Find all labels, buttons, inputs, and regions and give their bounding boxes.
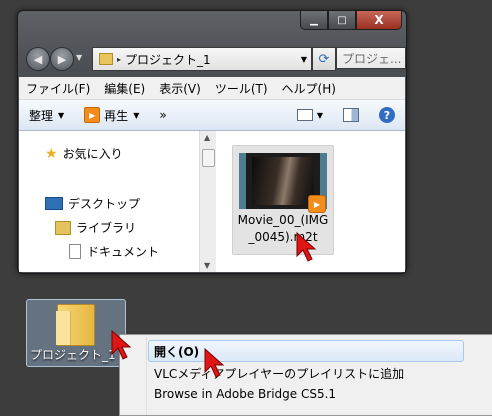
help-button[interactable]: ? — [369, 107, 405, 123]
address-path[interactable]: プロジェクト_1 — [125, 51, 211, 68]
menu-tools[interactable]: ツール(T) — [208, 80, 275, 97]
change-view-button[interactable]: ▼ — [287, 109, 333, 121]
refresh-icon[interactable]: ⟳ — [312, 47, 336, 71]
close-button[interactable]: X — [356, 11, 402, 30]
video-frame — [252, 157, 314, 205]
video-thumbnail: ▶ — [239, 153, 327, 213]
menu-view[interactable]: 表示(V) — [152, 80, 208, 97]
explorer-window: ▁ □ X ◀ ▶ ▼ ▸ プロジェクト_1 ▼ ⟳ プロジェ... ファイル(… — [17, 10, 407, 274]
minimize-button[interactable]: ▁ — [300, 11, 328, 30]
star-icon: ★ — [45, 145, 58, 162]
nav-item-label: ライブラリ — [76, 221, 137, 235]
command-toolbar: 整理 ▼ ▶ 再生 ▼ » ▼ ? — [19, 100, 405, 131]
nav-item-label: お気に入り — [62, 147, 123, 161]
organize-label: 整理 — [29, 108, 54, 123]
more-commands-button[interactable]: » — [149, 108, 176, 122]
library-icon — [55, 220, 71, 235]
navigation-bar: ◀ ▶ ▼ ▸ プロジェクト_1 ▼ ⟳ プロジェ... — [24, 45, 406, 71]
menu-separator-stripe — [146, 337, 147, 415]
view-icon — [296, 109, 313, 121]
document-icon — [69, 244, 81, 259]
maximize-button[interactable]: □ — [328, 11, 356, 30]
caption-buttons: ▁ □ X — [300, 11, 402, 30]
chevron-down-icon: ▼ — [58, 110, 65, 120]
nav-item-label: デスクトップ — [68, 197, 141, 211]
menu-help[interactable]: ヘルプ(H) — [275, 80, 343, 97]
recent-pages-dropdown[interactable]: ▼ — [76, 53, 82, 62]
navigation-pane: ★ お気に入り デスクトップ ライブラリ ドキュメント — [19, 131, 199, 272]
navpane-scrollbar[interactable]: ▲ ▼ — [199, 131, 216, 272]
nav-item-favorites[interactable]: ★ お気に入り — [45, 145, 123, 162]
nav-item-library[interactable]: ライブラリ — [55, 219, 136, 236]
play-button[interactable]: ▶ 再生 ▼ — [74, 107, 149, 124]
address-dropdown-icon[interactable]: ▼ — [301, 55, 307, 64]
preview-pane-button[interactable] — [333, 108, 369, 122]
context-menu-add-vlc-playlist[interactable]: VLCメディアプレイヤーのプレイリストに追加 — [154, 365, 404, 382]
help-icon: ? — [379, 107, 395, 123]
breadcrumb-separator-icon[interactable]: ▸ — [117, 55, 121, 64]
menu-bar: ファイル(F) 編集(E) 表示(V) ツール(T) ヘルプ(H) — [19, 77, 405, 100]
address-bar[interactable]: ▸ プロジェクト_1 ▼ — [92, 47, 312, 71]
scrollbar-thumb[interactable] — [202, 149, 215, 167]
context-menu: 開く(O) VLCメディアプレイヤーのプレイリストに追加 Browse in A… — [119, 334, 492, 416]
chevron-down-icon: ▼ — [316, 110, 323, 120]
menu-file[interactable]: ファイル(F) — [19, 80, 97, 97]
content-area: ★ お気に入り デスクトップ ライブラリ ドキュメント ▲ ▼ ▶ Movie_… — [19, 131, 405, 272]
scroll-up-icon[interactable]: ▲ — [204, 133, 210, 142]
vlc-icon: ▶ — [308, 195, 326, 213]
scroll-down-icon[interactable]: ▼ — [204, 261, 210, 270]
context-menu-browse-bridge[interactable]: Browse in Adobe Bridge CS5.1 — [154, 387, 336, 401]
folder-icon — [99, 53, 113, 65]
back-button[interactable]: ◀ — [26, 47, 50, 71]
nav-item-desktop[interactable]: デスクトップ — [45, 195, 140, 212]
search-input[interactable]: プロジェ... — [336, 47, 406, 69]
play-icon: ▶ — [84, 107, 101, 123]
menu-edit[interactable]: 編集(E) — [97, 80, 152, 97]
preview-pane-icon — [343, 108, 359, 122]
folder-icon — [56, 304, 95, 346]
desktop-folder-label: プロジェクト_1 — [30, 348, 116, 362]
desktop-icon — [45, 197, 63, 210]
nav-item-label: ドキュメント — [87, 245, 160, 259]
chevron-down-icon: ▼ — [133, 110, 140, 120]
forward-button[interactable]: ▶ — [50, 47, 74, 71]
context-menu-open[interactable]: 開く(O) — [154, 343, 199, 360]
organize-button[interactable]: 整理 ▼ — [19, 107, 74, 124]
play-label: 再生 — [104, 108, 129, 123]
nav-item-documents[interactable]: ドキュメント — [69, 243, 159, 260]
